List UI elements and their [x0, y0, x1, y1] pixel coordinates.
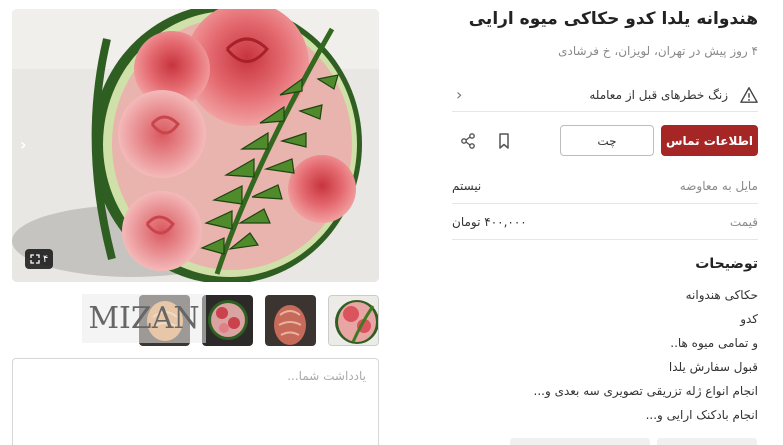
description-line: کدو	[740, 312, 758, 326]
description-line: حکاکی هندوانه	[685, 288, 758, 302]
bottom-action-button[interactable]	[657, 438, 757, 445]
image-count-badge[interactable]: ۴	[25, 249, 53, 269]
description-line: انجام انواع ژله تزریقی تصویری سه بعدی و.…	[533, 384, 758, 398]
action-bar: اطلاعات تماس چت	[452, 125, 758, 157]
attribute-value: ۴۰۰,۰۰۰ تومان	[452, 215, 527, 229]
description-list: حکاکی هندوانه کدو و تمامی میوه ها.. قبول…	[534, 287, 758, 431]
description-line: انجام بادکنک ارایی و...	[645, 408, 758, 422]
attribute-key: قیمت	[729, 215, 758, 229]
listing-title: هندوانه یلدا کدو حکاکی میوه ارایی	[468, 9, 758, 29]
attribute-key: مایل به معاوضه	[679, 179, 758, 193]
warning-triangle-icon	[740, 87, 758, 103]
description-line: قبول سفارش یلدا	[668, 360, 758, 374]
thumbnail[interactable]	[328, 295, 379, 346]
thumbnail-image	[265, 295, 316, 346]
carved-watermelon-image	[12, 9, 379, 282]
note-field[interactable]	[12, 358, 379, 445]
chat-button[interactable]: چت	[560, 125, 654, 156]
attribute-row-price: قیمت ۴۰۰,۰۰۰ تومان	[452, 204, 758, 240]
thumbnail-image	[202, 295, 253, 346]
listing-subtitle: ۴ روز پیش در تهران، لویزان، خ فرشادی	[558, 44, 758, 58]
thumbnail[interactable]	[202, 295, 253, 346]
main-photo[interactable]: › ۴	[12, 9, 379, 282]
chevron-right-icon[interactable]: ›	[20, 135, 27, 154]
bottom-action-button[interactable]	[510, 438, 650, 445]
contact-info-button[interactable]: اطلاعات تماس	[661, 125, 758, 156]
thumbnail-image	[329, 296, 378, 345]
description-line: و تمامی میوه ها..	[670, 336, 758, 350]
warning-row[interactable]: زنگ خطرهای قبل از معامله ‹	[452, 80, 758, 112]
listing-info: هندوانه یلدا کدو حکاکی میوه ارایی ۴ روز …	[452, 0, 758, 445]
share-icon[interactable]	[458, 131, 478, 151]
thumbnail[interactable]	[265, 295, 316, 346]
description-title: توضیحات	[695, 256, 758, 272]
bookmark-icon[interactable]	[494, 131, 514, 151]
image-count: ۴	[42, 253, 49, 265]
chevron-left-icon: ‹	[456, 85, 463, 104]
attribute-row-exchange: مایل به معاوضه نیستم	[452, 168, 758, 204]
watermark-logo: MIZAN	[82, 294, 206, 343]
attribute-value: نیستم	[452, 179, 482, 193]
warning-text: زنگ خطرهای قبل از معامله	[589, 88, 728, 102]
expand-icon	[30, 254, 40, 264]
